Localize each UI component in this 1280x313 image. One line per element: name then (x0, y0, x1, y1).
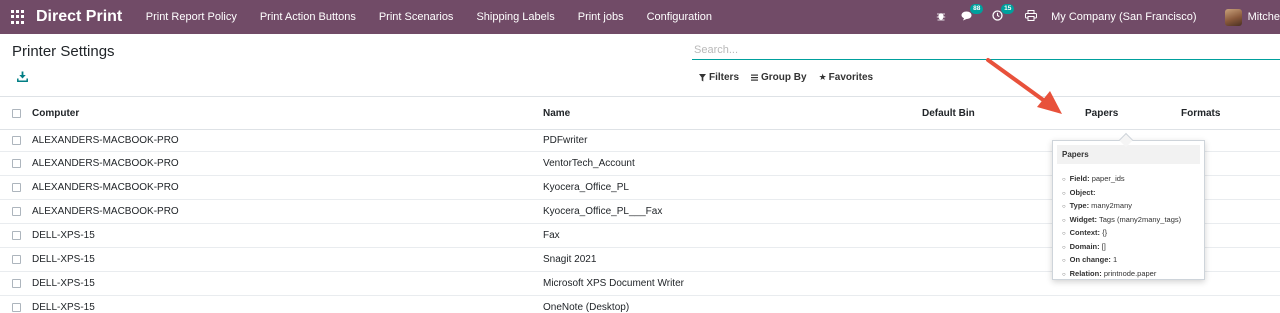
column-default-bin[interactable]: Default Bin (922, 108, 975, 119)
cell-name: Kyocera_Office_PL (543, 182, 629, 193)
printer-icon[interactable] (1025, 10, 1038, 24)
chat-icon[interactable]: 88 (961, 4, 984, 24)
tooltip-title: Papers (1057, 145, 1200, 164)
annotation-arrow-icon (986, 58, 1062, 114)
menu-print-jobs[interactable]: Print jobs (566, 11, 635, 23)
filter-icon (699, 73, 706, 81)
favorites-label: Favorites (828, 72, 874, 83)
cell-computer: ALEXANDERS-MACBOOK-PRO (32, 206, 179, 217)
tooltip-item-context: Context: {} (1062, 227, 1204, 241)
cell-name: Fax (543, 230, 560, 241)
user-avatar[interactable] (1224, 8, 1242, 26)
messages-badge: 88 (970, 4, 984, 14)
cell-computer: DELL-XPS-15 (32, 302, 95, 313)
group-by-label: Group By (761, 72, 807, 83)
user-menu[interactable]: Mitche (1248, 11, 1280, 23)
cell-computer: DELL-XPS-15 (32, 230, 95, 241)
cell-name: Kyocera_Office_PL___Fax (543, 206, 663, 217)
tooltip-item-widget: Widget: Tags (many2many_tags) (1062, 214, 1204, 228)
search-options: Filters Group By ★ Favorites (699, 72, 885, 83)
cell-computer: DELL-XPS-15 (32, 254, 95, 265)
tooltip-details: Field: paper_ids Object: Type: many2many… (1053, 173, 1204, 281)
group-by-button[interactable]: Group By (751, 72, 807, 83)
cell-computer: ALEXANDERS-MACBOOK-PRO (32, 135, 179, 146)
column-computer[interactable]: Computer (32, 108, 79, 119)
cell-name: PDFwriter (543, 135, 588, 146)
column-papers[interactable]: Papers (1085, 108, 1118, 119)
row-checkbox[interactable] (12, 159, 21, 168)
tooltip-item-object: Object: (1062, 187, 1204, 201)
cell-name: Microsoft XPS Document Writer (543, 278, 684, 289)
column-formats[interactable]: Formats (1181, 108, 1220, 119)
menu-configuration[interactable]: Configuration (635, 11, 723, 23)
table-header: Computer Name Default Bin Papers Formats (0, 96, 1280, 130)
table-row[interactable]: DELL-XPS-15 OneNote (Desktop) (0, 296, 1280, 313)
menu-print-scenarios[interactable]: Print Scenarios (367, 11, 465, 23)
cell-computer: DELL-XPS-15 (32, 278, 95, 289)
tooltip-item-field: Field: paper_ids (1062, 173, 1204, 187)
group-by-icon (751, 74, 759, 81)
menu-shipping-labels[interactable]: Shipping Labels (465, 11, 566, 23)
page-title: Printer Settings (12, 43, 115, 60)
row-checkbox[interactable] (12, 231, 21, 240)
filters-button[interactable]: Filters (699, 72, 739, 83)
star-icon: ★ (818, 72, 827, 82)
row-checkbox[interactable] (12, 136, 21, 145)
tooltip-item-on-change: On change: 1 (1062, 254, 1204, 268)
row-checkbox[interactable] (12, 255, 21, 264)
select-all-checkbox[interactable] (12, 108, 21, 118)
field-info-tooltip: Papers Field: paper_ids Object: Type: ma… (1052, 140, 1205, 280)
row-checkbox[interactable] (12, 183, 21, 192)
activity-clock-icon[interactable]: 15 (992, 4, 1015, 24)
top-navbar: Direct Print Print Report Policy Print A… (0, 0, 1280, 34)
tooltip-item-domain: Domain: [] (1062, 241, 1204, 255)
bug-icon[interactable] (936, 10, 946, 24)
menu-print-action-buttons[interactable]: Print Action Buttons (248, 11, 367, 23)
filters-label: Filters (709, 72, 740, 83)
tooltip-item-relation: Relation: printnode.paper (1062, 268, 1204, 282)
cell-computer: ALEXANDERS-MACBOOK-PRO (32, 182, 179, 193)
download-icon[interactable] (17, 71, 28, 82)
cell-name: VentorTech_Account (543, 158, 635, 169)
menu-print-report-policy[interactable]: Print Report Policy (134, 11, 248, 23)
company-switcher[interactable]: My Company (San Francisco) (1051, 11, 1197, 23)
column-name[interactable]: Name (543, 108, 570, 119)
row-checkbox[interactable] (12, 303, 21, 312)
favorites-button[interactable]: ★ Favorites (819, 72, 874, 83)
row-checkbox[interactable] (12, 279, 21, 288)
main-menu: Print Report Policy Print Action Buttons… (134, 11, 723, 23)
systray: 88 15 My Company (San Francisco) Mitche (936, 0, 1280, 34)
activity-badge: 15 (1001, 4, 1015, 14)
row-checkbox[interactable] (12, 207, 21, 216)
cell-name: OneNote (Desktop) (543, 302, 630, 313)
cell-name: Snagit 2021 (543, 254, 597, 265)
app-brand[interactable]: Direct Print (36, 8, 122, 26)
tooltip-item-type: Type: many2many (1062, 200, 1204, 214)
cell-computer: ALEXANDERS-MACBOOK-PRO (32, 158, 179, 169)
apps-grid-icon[interactable] (11, 10, 25, 24)
